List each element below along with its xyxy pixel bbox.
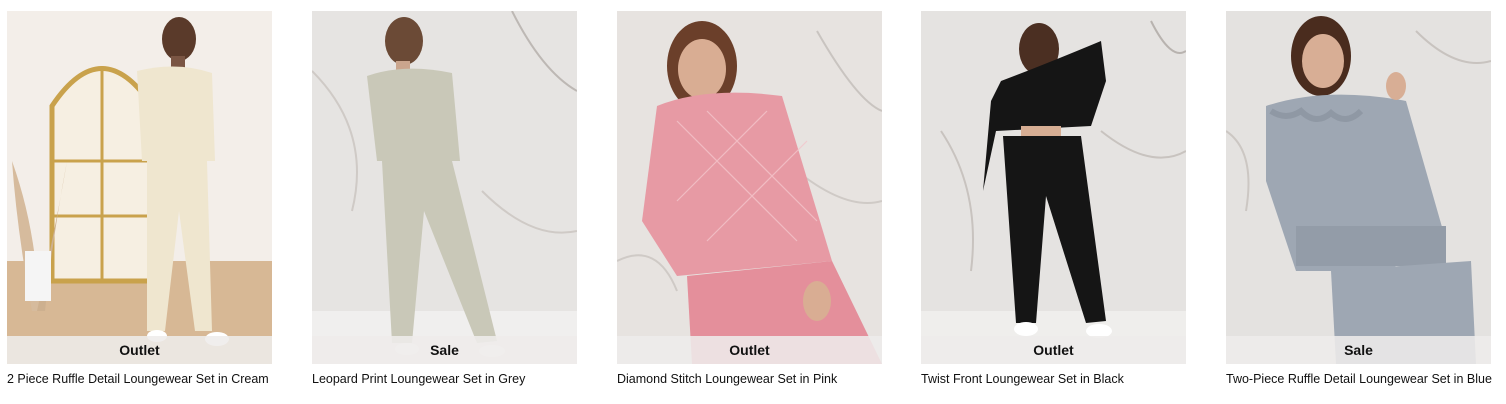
product-title-link[interactable]: Twist Front Loungewear Set in Black xyxy=(921,371,1211,387)
product-title-link[interactable]: Diamond Stitch Loungewear Set in Pink xyxy=(617,371,907,387)
product-badge: Outlet xyxy=(921,336,1186,364)
product-badge: Sale xyxy=(312,336,577,364)
product-photo xyxy=(617,11,882,364)
product-photo xyxy=(312,11,577,364)
product-photo xyxy=(1226,11,1491,364)
product-image[interactable]: Sale xyxy=(312,11,577,364)
product-badge: Sale xyxy=(1226,336,1491,364)
product-title-link[interactable]: Two-Piece Ruffle Detail Loungewear Set i… xyxy=(1226,371,1506,387)
product-card[interactable]: Sale Leopard Print Loungewear Set in Gre… xyxy=(312,11,577,391)
product-card[interactable]: Outlet Diamond Stitch Loungewear Set in … xyxy=(617,11,882,391)
product-grid: Outlet 2 Piece Ruffle Detail Loungewear … xyxy=(0,0,1506,404)
product-title-link[interactable]: Leopard Print Loungewear Set in Grey xyxy=(312,371,602,387)
product-image[interactable]: Outlet xyxy=(617,11,882,364)
product-card[interactable]: Outlet Twist Front Loungewear Set in Bla… xyxy=(921,11,1186,391)
product-card[interactable]: Outlet 2 Piece Ruffle Detail Loungewear … xyxy=(7,11,272,391)
product-photo xyxy=(7,11,272,364)
product-badge: Outlet xyxy=(7,336,272,364)
product-image[interactable]: Sale xyxy=(1226,11,1491,364)
product-badge: Outlet xyxy=(617,336,882,364)
product-image[interactable]: Outlet xyxy=(7,11,272,364)
product-title-link[interactable]: 2 Piece Ruffle Detail Loungewear Set in … xyxy=(7,371,297,387)
product-image[interactable]: Outlet xyxy=(921,11,1186,364)
product-photo xyxy=(921,11,1186,364)
product-card[interactable]: Sale Two-Piece Ruffle Detail Loungewear … xyxy=(1226,11,1492,391)
